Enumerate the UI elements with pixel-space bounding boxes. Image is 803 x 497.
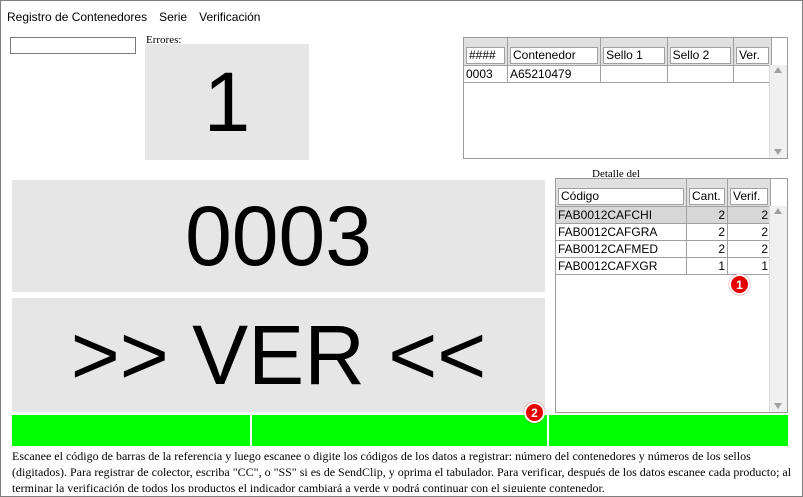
verification-status: >> VER << — [12, 298, 545, 412]
table-cell: 2 — [686, 206, 728, 224]
table-row[interactable]: FAB0012CAFCHI 2 2 — [556, 206, 771, 224]
annotation-badge-1: 1 — [729, 274, 750, 295]
scroll-down-icon[interactable] — [774, 403, 782, 409]
column-header[interactable]: Contenedor — [507, 38, 602, 66]
table-cell: FAB0012CAFMED — [556, 240, 687, 258]
table-cell — [600, 65, 668, 83]
table-cell: 2 — [727, 206, 771, 224]
table-cell: 2 — [686, 240, 728, 258]
column-header[interactable]: Verif. — [727, 179, 771, 207]
table-cell: 1 — [686, 257, 728, 275]
column-header[interactable]: Cant. — [686, 179, 728, 207]
table-cell: 2 — [727, 223, 771, 241]
table-cell: FAB0012CAFCHI — [556, 206, 687, 224]
table-cell: 2 — [686, 223, 728, 241]
table-cell: 2 — [727, 240, 771, 258]
progress-segment-3 — [549, 415, 788, 446]
table-cell — [667, 65, 735, 83]
table-row[interactable]: FAB0012CAFMED 2 2 — [556, 240, 771, 258]
column-header[interactable]: Código — [556, 179, 687, 207]
errors-count: 1 — [145, 44, 309, 160]
table-header-row: Código Cant. Verif. — [556, 179, 771, 207]
table-cell: FAB0012CAFGRA — [556, 223, 687, 241]
scroll-up-icon[interactable] — [774, 67, 782, 73]
scroll-up-icon[interactable] — [774, 208, 782, 214]
current-container-number: 0003 — [12, 180, 545, 292]
progress-segment-2 — [252, 415, 549, 446]
scan-input[interactable] — [10, 37, 136, 54]
column-header[interactable]: #### — [464, 38, 508, 66]
column-header[interactable]: Sello 2 — [667, 38, 735, 66]
table-row[interactable]: 0003 A65210479 — [464, 65, 772, 83]
annotation-badge-2: 2 — [524, 402, 545, 423]
table-row[interactable]: FAB0012CAFXGR 1 1 — [556, 257, 771, 275]
table-row[interactable]: FAB0012CAFGRA 2 2 — [556, 223, 771, 241]
table-cell: A65210479 — [507, 65, 602, 83]
containers-table: #### Contenedor Sello 1 Sello 2 Ver. 000… — [463, 37, 788, 159]
help-text: Escanee el código de barras de la refere… — [12, 449, 792, 492]
table-cell: 0003 — [464, 65, 508, 83]
scroll-down-icon[interactable] — [774, 149, 782, 155]
detail-table: Código Cant. Verif. FAB0012CAFCHI 2 2 FA… — [555, 178, 788, 413]
table-header-row: #### Contenedor Sello 1 Sello 2 Ver. — [464, 38, 772, 66]
table-cell — [733, 65, 772, 83]
menu-verificacion[interactable]: Verificación — [199, 10, 260, 26]
detail-scrollbar[interactable] — [769, 206, 787, 412]
menu-registro[interactable]: Registro de Contenedores — [7, 10, 147, 26]
progress-segment-1 — [12, 415, 252, 446]
menu-bar: Registro de Contenedores Serie Verificac… — [7, 10, 260, 26]
column-header[interactable]: Ver. — [733, 38, 772, 66]
column-header[interactable]: Sello 1 — [600, 38, 668, 66]
table-cell: 1 — [727, 257, 771, 275]
containers-scrollbar[interactable] — [769, 65, 787, 158]
table-cell: FAB0012CAFXGR — [556, 257, 687, 275]
menu-serie[interactable]: Serie — [159, 10, 187, 26]
